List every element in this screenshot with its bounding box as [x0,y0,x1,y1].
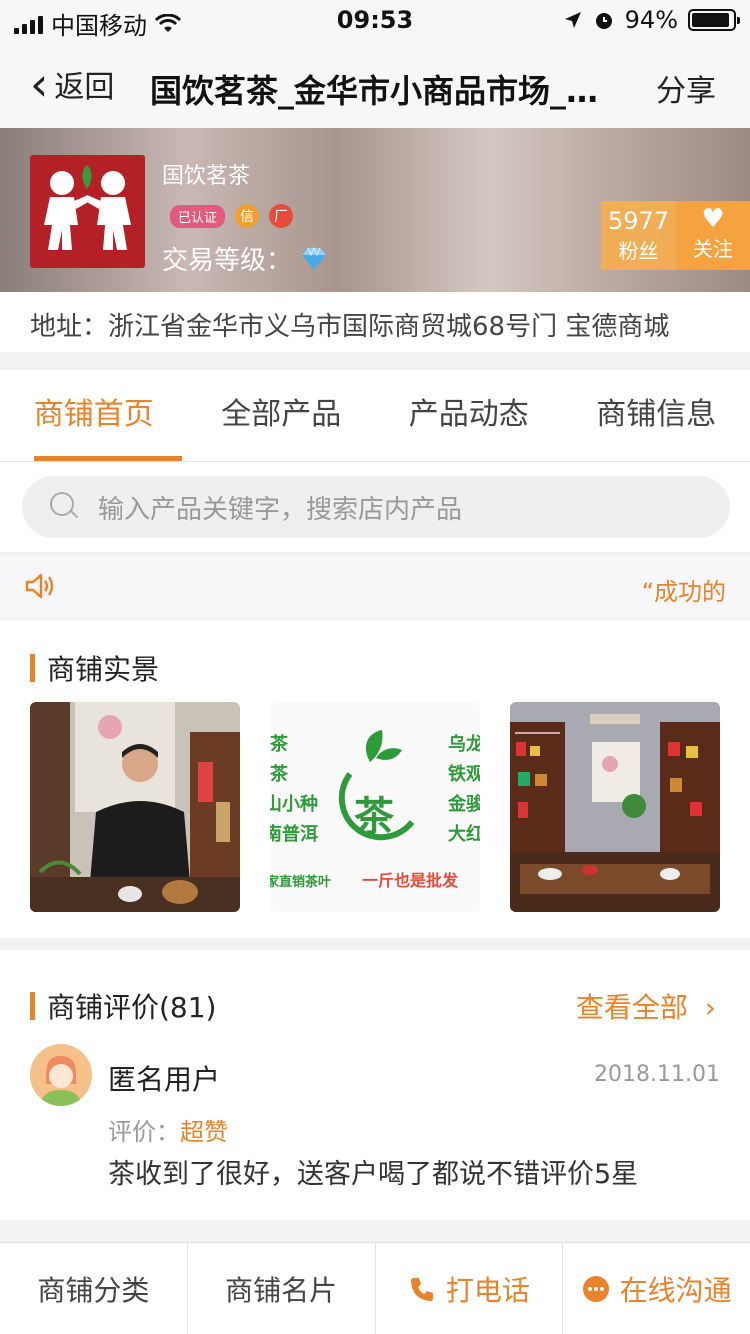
fans-count: 5977 粉丝 [601,201,676,270]
back-label: 返回 [54,70,115,105]
view-all-reviews-link[interactable]: 查看全部 › [576,986,716,1026]
shop-address[interactable]: 地址：浙江省金华市义乌市国际商贸城68号门 宝德商城 [0,292,750,352]
sign-left-3: 山小种 [270,793,318,815]
review-rating: 评价：超赞 [108,1112,228,1147]
page-title: 国饮茗茶_金华市小商品市场_金华市小商品市场 [150,72,630,110]
view-all-label: 查看全部 [575,991,688,1024]
sign-left-1: 茶 [270,733,289,755]
diamond-icon [302,246,327,270]
search-icon [50,492,80,522]
shop-name: 国饮茗茶 [162,164,251,189]
sign-right-3: 金骏 [447,793,480,815]
shop-banner: 国饮茗茶 已认证 信 厂 交易等级： 5977 粉丝 ♥ 关注 [0,128,750,292]
store-scene-title: 商铺实景 [30,648,159,688]
chat-label: 在线沟通 [619,1273,732,1307]
credit-badge-icon: 信 [235,204,260,228]
tab-shop-home[interactable]: 商铺首页 [0,370,188,461]
search-input[interactable]: 输入产品关键字，搜索店内产品 [22,476,730,538]
shop-card-label: 商铺名片 [225,1273,338,1307]
store-photo-sign[interactable]: 茶 茶 山小种 南普洱 茶 乌龙 铁观 金骏 大红 家直销茶叶 一斤也是批发 [270,702,480,912]
fans-label: 粉丝 [618,239,659,263]
reviews-title: 商铺评价(81) [30,986,216,1026]
chevron-right-icon: › [704,991,716,1024]
trade-level-label: 交易等级： [162,246,293,276]
chevron-left-icon: ‹ [30,57,49,111]
shop-category-button[interactable]: 商铺分类 [0,1243,188,1334]
sign-right-4: 大红 [448,823,480,845]
follow-button[interactable]: ♥ 关注 [676,201,750,270]
bottom-action-bar: 商铺分类 商铺名片 打电话 在线沟通 [0,1242,750,1334]
search-placeholder: 输入产品关键字，搜索店内产品 [98,494,463,525]
store-photo-interior[interactable] [510,702,720,912]
battery-percent: 94% [624,6,678,34]
sign-footer-right: 一斤也是批发 [362,871,459,890]
tab-bar: 商铺首页 全部产品 产品动态 商铺信息 [0,370,750,462]
sign-left-2: 茶 [270,763,289,785]
speaker-icon [25,573,54,599]
store-scene-section: 商铺实景 茶 茶 山小种 南普洱 茶 乌龙 铁观 金骏 大红 家直销茶叶 一斤也… [0,620,750,938]
review-date: 2018.11.01 [594,1062,720,1087]
rating-label: 评价： [108,1118,180,1146]
reviews-section: 商铺评价(81) 查看全部 › 匿名用户 2018.11.01 评价：超赞 茶收… [0,950,750,1220]
search-area: 输入产品关键字，搜索店内产品 [0,462,750,552]
avatar [30,1044,92,1106]
back-button[interactable]: ‹ 返回 [30,57,115,111]
follow-label: 关注 [693,237,733,261]
location-icon [564,12,581,28]
tab-all-products[interactable]: 全部产品 [188,370,376,461]
store-photos: 茶 茶 山小种 南普洱 茶 乌龙 铁观 金骏 大红 家直销茶叶 一斤也是批发 [30,702,720,912]
call-button[interactable]: 打电话 [376,1243,564,1334]
status-bar: 中国移动 09:53 94% [0,0,750,40]
announcement-text: “成功的 [641,578,726,606]
shop-logo [30,155,145,268]
announcement-bar[interactable]: “成功的 [0,556,750,618]
phone-icon [410,1277,433,1301]
chat-bubble-icon [582,1275,609,1302]
sign-center: 茶 [354,794,395,840]
shop-card-button[interactable]: 商铺名片 [188,1243,376,1334]
heart-plus-icon: ♥ [701,204,725,234]
tab-shop-info[interactable]: 商铺信息 [563,370,750,461]
call-label: 打电话 [445,1273,530,1307]
factory-badge-icon: 厂 [269,204,294,228]
shop-category-label: 商铺分类 [37,1273,150,1307]
sign-left-4: 南普洱 [270,823,318,845]
online-chat-button[interactable]: 在线沟通 [563,1243,750,1334]
store-photo-owner[interactable] [30,702,240,912]
fans-number: 5977 [607,207,670,235]
review-comment: 茶收到了很好，送客户喝了都说不错评价5星 [108,1159,639,1190]
battery-icon [688,9,740,31]
sign-right-2: 铁观 [448,763,480,785]
sign-footer-left: 家直销茶叶 [270,874,331,890]
nav-bar: ‹ 返回 国饮茗茶_金华市小商品市场_金华市小商品市场 分享 [0,40,750,128]
tab-product-news[interactable]: 产品动态 [375,370,563,461]
badge-row: 已认证 信 厂 [170,204,294,228]
share-button[interactable]: 分享 [656,66,716,110]
rating-value: 超赞 [180,1118,228,1146]
review-user: 匿名用户 [108,1063,221,1096]
sign-right-1: 乌龙 [448,733,480,755]
alarm-icon [595,13,612,29]
trade-level: 交易等级： [162,240,328,277]
verified-badge: 已认证 [170,204,226,228]
